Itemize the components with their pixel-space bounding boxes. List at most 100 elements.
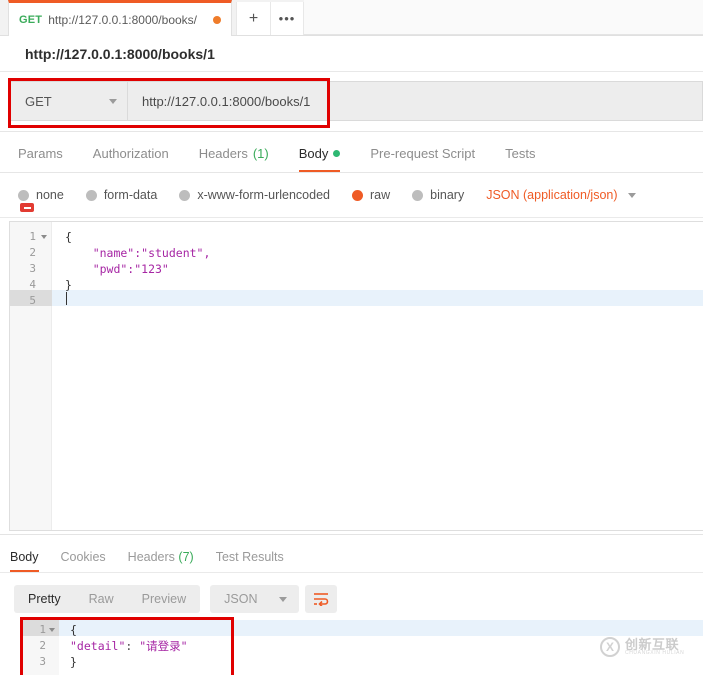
body-type-form-data[interactable]: form-data xyxy=(85,188,158,202)
tab-tests[interactable]: Tests xyxy=(505,146,551,172)
watermark-en: CHUANGXIN HULIAN xyxy=(625,650,685,657)
watermark-logo-icon: X xyxy=(600,637,620,657)
body-type-raw[interactable]: raw xyxy=(352,188,390,202)
url-input-value: http://127.0.0.1:8000/books/1 xyxy=(142,93,311,109)
tab-body-label: Body xyxy=(298,146,329,161)
body-type-row: none form-data x-www-form-urlencoded raw… xyxy=(0,173,703,218)
unsaved-dot-icon xyxy=(213,15,221,24)
code-line: { xyxy=(65,230,72,244)
body-type-urlencoded-label: x-www-form-urlencoded xyxy=(197,188,330,202)
code-line: "detail": "请登录" xyxy=(70,638,188,654)
response-editor-gutter: 1 2 3 xyxy=(23,620,59,675)
url-bar: GET http://127.0.0.1:8000/books/1 xyxy=(0,72,703,132)
response-tabs: Body Cookies Headers (7) Test Results xyxy=(0,540,703,573)
code-line: { xyxy=(70,623,77,637)
body-type-binary-label: binary xyxy=(430,188,465,202)
word-wrap-icon xyxy=(314,593,329,606)
editor-gutter: 1 2 3 4 5 xyxy=(10,222,52,530)
postman-window: GET http://127.0.0.1:8000/books/ + ••• h… xyxy=(0,0,703,675)
request-tabs: Params Authorization Headers (1) Body Pr… xyxy=(0,132,703,173)
line-number: 3 xyxy=(39,655,46,668)
body-type-none[interactable]: none xyxy=(18,188,64,202)
request-body-editor[interactable]: 1 2 3 4 5 { "name":"student", "pwd":"123… xyxy=(9,221,703,531)
tab-authorization[interactable]: Authorization xyxy=(93,146,185,172)
tab-headers-label: Headers xyxy=(198,146,248,161)
line-number: 3 xyxy=(29,262,36,275)
response-tab-test-results-label: Test Results xyxy=(215,550,284,564)
watermark-cn: 创新互联 xyxy=(625,636,680,652)
response-tab-cookies[interactable]: Cookies xyxy=(61,550,118,572)
response-view-pretty[interactable]: Pretty xyxy=(14,585,75,613)
response-tab-cookies-label: Cookies xyxy=(60,550,106,564)
watermark: X 创新互联 CHUANGXIN HULIAN xyxy=(600,637,684,657)
tab-bar: GET http://127.0.0.1:8000/books/ + ••• xyxy=(0,0,703,36)
tab-tests-label: Tests xyxy=(505,146,536,161)
radio-icon xyxy=(412,189,424,201)
text-cursor xyxy=(66,292,67,305)
word-wrap-button[interactable] xyxy=(305,585,338,613)
response-format-select[interactable]: JSON xyxy=(210,585,300,613)
url-input[interactable]: http://127.0.0.1:8000/books/1 xyxy=(128,81,703,121)
body-type-binary[interactable]: binary xyxy=(412,188,464,202)
plus-icon: + xyxy=(248,9,259,27)
response-divider xyxy=(0,534,703,535)
chevron-down-icon[interactable] xyxy=(627,192,636,198)
tab-pre-request-script[interactable]: Pre-request Script xyxy=(370,146,491,172)
response-view-preview[interactable]: Preview xyxy=(128,585,200,613)
code-line: } xyxy=(70,655,77,669)
body-type-urlencoded[interactable]: x-www-form-urlencoded xyxy=(179,188,330,202)
response-tab-body-label: Body xyxy=(10,550,39,564)
http-method-value: GET xyxy=(25,93,52,109)
tab-bar-empty-area xyxy=(304,0,703,35)
tab-params[interactable]: Params xyxy=(18,146,79,172)
code-line: "pwd":"123" xyxy=(65,262,169,276)
request-tab-method: GET xyxy=(19,13,43,26)
body-type-form-data-label: form-data xyxy=(103,188,158,202)
request-tab[interactable]: GET http://127.0.0.1:8000/books/ xyxy=(8,0,232,36)
fold-arrow-icon[interactable] xyxy=(41,235,47,239)
line-number: 2 xyxy=(39,639,46,652)
body-active-dot-icon xyxy=(333,150,341,157)
fold-arrow-icon[interactable] xyxy=(49,628,55,632)
new-tab-button[interactable]: + xyxy=(236,2,270,35)
chevron-down-icon xyxy=(279,596,288,602)
response-view-raw[interactable]: Raw xyxy=(75,585,128,613)
response-tab-headers-count: (7) xyxy=(178,550,194,564)
response-tab-headers-label: Headers xyxy=(127,550,175,564)
response-tab-body[interactable]: Body xyxy=(10,550,51,572)
tab-headers[interactable]: Headers (1) xyxy=(199,146,285,172)
line-number: 4 xyxy=(29,278,36,291)
tab-params-label: Params xyxy=(18,146,63,161)
chevron-down-icon xyxy=(109,98,117,104)
radio-selected-icon xyxy=(352,189,363,201)
radio-icon xyxy=(85,189,97,201)
ellipsis-icon: ••• xyxy=(278,11,296,26)
response-key: "detail" xyxy=(70,639,126,653)
tab-options-button[interactable]: ••• xyxy=(270,2,304,35)
code-line: } xyxy=(65,278,72,292)
tab-headers-count: (1) xyxy=(252,146,269,161)
line-number: 5 xyxy=(29,294,36,307)
response-view-toolbar: Pretty Raw Preview JSON xyxy=(14,584,338,614)
response-tab-test-results[interactable]: Test Results xyxy=(216,550,296,572)
tab-pre-request-script-label: Pre-request Script xyxy=(370,146,476,161)
response-tab-headers[interactable]: Headers (7) xyxy=(128,550,206,572)
response-value: "请登录" xyxy=(139,639,188,653)
body-type-none-label: none xyxy=(36,188,64,202)
request-title: http://127.0.0.1:8000/books/1 xyxy=(25,45,215,62)
collapse-badge-icon[interactable] xyxy=(20,203,34,212)
tab-authorization-label: Authorization xyxy=(92,146,169,161)
radio-icon xyxy=(179,189,191,201)
radio-icon xyxy=(18,189,29,201)
body-type-raw-label: raw xyxy=(370,188,391,202)
line-number: 2 xyxy=(29,246,36,259)
http-method-select[interactable]: GET xyxy=(10,81,128,121)
request-title-row: http://127.0.0.1:8000/books/1 xyxy=(0,36,703,72)
response-separator: : xyxy=(125,639,140,653)
code-line: "name":"student", xyxy=(65,246,211,260)
editor-code-area[interactable]: { "name":"student", "pwd":"123" } xyxy=(52,222,703,530)
request-tab-url: http://127.0.0.1:8000/books/ xyxy=(48,12,197,27)
response-format-value: JSON xyxy=(224,592,258,606)
tab-body[interactable]: Body xyxy=(298,146,357,172)
body-format-select[interactable]: JSON (application/json) xyxy=(486,188,617,202)
